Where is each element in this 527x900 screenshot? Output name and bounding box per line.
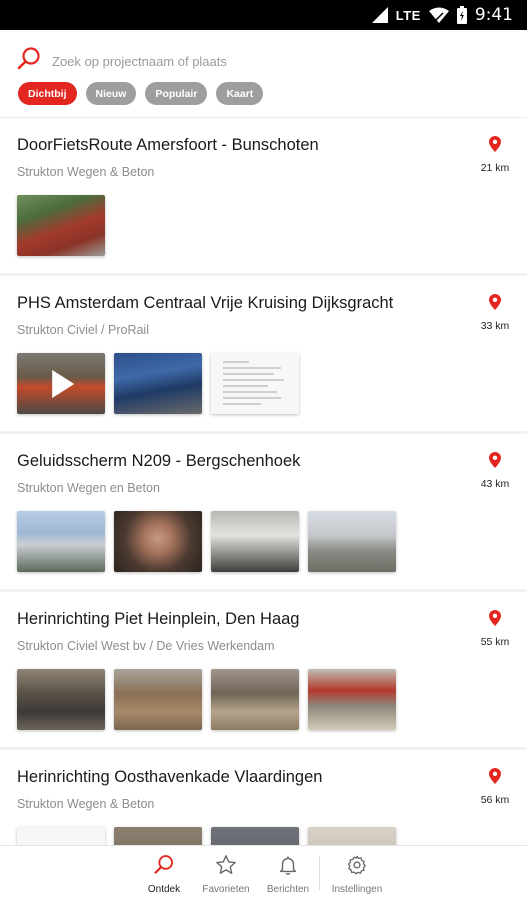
nav-label: Favorieten (202, 884, 250, 895)
search-bar[interactable]: Zoek op projectnaam of plaats (16, 46, 227, 77)
project-photo[interactable] (114, 669, 202, 730)
search-header: Zoek op projectnaam of plaats Dichtbij N… (0, 30, 527, 118)
location-pin-icon (489, 136, 501, 157)
status-bar: LTE 9:41 (0, 0, 527, 30)
distance-label: 33 km (480, 320, 510, 332)
filter-chip-kaart[interactable]: Kaart (216, 82, 264, 105)
distance-indicator: 43 km (475, 452, 515, 490)
gear-icon (346, 854, 368, 881)
nav-label: Ontdek (147, 884, 181, 895)
project-photo[interactable] (308, 669, 396, 730)
search-input[interactable]: Zoek op projectnaam of plaats (52, 54, 227, 69)
project-company: Strukton Civiel West bv / De Vries Werke… (17, 639, 275, 653)
network-type: LTE (395, 7, 421, 23)
photo-strip (17, 195, 105, 256)
distance-indicator: 56 km (475, 768, 515, 806)
project-list[interactable]: DoorFietsRoute Amersfoort - Bunschoten S… (0, 118, 527, 845)
project-title: PHS Amsterdam Centraal Vrije Kruising Di… (17, 294, 394, 312)
bell-icon (277, 854, 299, 881)
project-card[interactable]: Herinrichting Oosthavenkade Vlaardingen … (0, 750, 527, 845)
play-icon[interactable] (52, 369, 75, 398)
photo-strip (17, 669, 396, 730)
photo-strip (17, 827, 396, 845)
search-icon (153, 854, 175, 881)
project-company: Strukton Civiel / ProRail (17, 323, 149, 337)
distance-label: 21 km (480, 162, 510, 174)
filter-chips: Dichtbij Nieuw Populair Kaart (18, 82, 264, 105)
project-photo[interactable] (308, 511, 396, 572)
location-pin-icon (489, 452, 501, 473)
project-card[interactable]: Geluidsscherm N209 - Bergschenhoek Struk… (0, 434, 527, 589)
clock: 9:41 (474, 5, 513, 25)
project-photo[interactable] (17, 511, 105, 572)
search-icon (16, 46, 42, 77)
project-photo[interactable] (211, 511, 299, 572)
battery-icon (456, 6, 467, 24)
distance-indicator: 21 km (475, 136, 515, 174)
project-photo[interactable] (211, 827, 299, 845)
star-icon (215, 854, 237, 881)
filter-chip-populair[interactable]: Populair (145, 82, 208, 105)
project-document[interactable] (17, 827, 105, 845)
project-card[interactable]: PHS Amsterdam Centraal Vrije Kruising Di… (0, 276, 527, 431)
nav-instellingen[interactable]: Instellingen (320, 846, 394, 900)
distance-label: 56 km (480, 794, 510, 806)
project-company: Strukton Wegen en Beton (17, 481, 160, 495)
project-company: Strukton Wegen & Beton (17, 165, 155, 179)
project-title: Geluidsscherm N209 - Bergschenhoek (17, 452, 301, 470)
project-title: DoorFietsRoute Amersfoort - Bunschoten (17, 136, 319, 154)
location-pin-icon (489, 610, 501, 631)
nav-berichten[interactable]: Berichten (257, 846, 319, 900)
project-photo[interactable] (17, 195, 105, 256)
photo-strip (17, 511, 396, 572)
project-video[interactable] (17, 353, 105, 414)
project-title: Herinrichting Oosthavenkade Vlaardingen (17, 768, 323, 786)
nav-label: Berichten (266, 884, 310, 895)
nav-ontdek[interactable]: Ontdek (133, 846, 195, 900)
project-photo[interactable] (17, 669, 105, 730)
distance-indicator: 33 km (475, 294, 515, 332)
project-photo[interactable] (114, 827, 202, 845)
project-title: Herinrichting Piet Heinplein, Den Haag (17, 610, 300, 628)
project-card[interactable]: DoorFietsRoute Amersfoort - Bunschoten S… (0, 118, 527, 273)
project-photo[interactable] (308, 827, 396, 845)
photo-strip (17, 353, 299, 414)
distance-indicator: 55 km (475, 610, 515, 648)
filter-chip-nieuw[interactable]: Nieuw (85, 82, 137, 105)
nav-label: Instellingen (331, 884, 383, 895)
wifi-icon (428, 7, 449, 23)
project-document[interactable] (211, 353, 299, 414)
project-photo[interactable] (211, 669, 299, 730)
distance-label: 55 km (480, 636, 510, 648)
nav-favorieten[interactable]: Favorieten (195, 846, 257, 900)
distance-label: 43 km (480, 478, 510, 490)
project-company: Strukton Wegen & Beton (17, 797, 155, 811)
location-pin-icon (489, 294, 501, 315)
project-photo[interactable] (114, 353, 202, 414)
filter-chip-dichtbij[interactable]: Dichtbij (18, 82, 77, 105)
project-photo[interactable] (114, 511, 202, 572)
bottom-navigation: Ontdek Favorieten Berichten Instellingen (0, 845, 527, 900)
cellular-signal-icon (371, 7, 388, 23)
location-pin-icon (489, 768, 501, 789)
project-card[interactable]: Herinrichting Piet Heinplein, Den Haag S… (0, 592, 527, 747)
